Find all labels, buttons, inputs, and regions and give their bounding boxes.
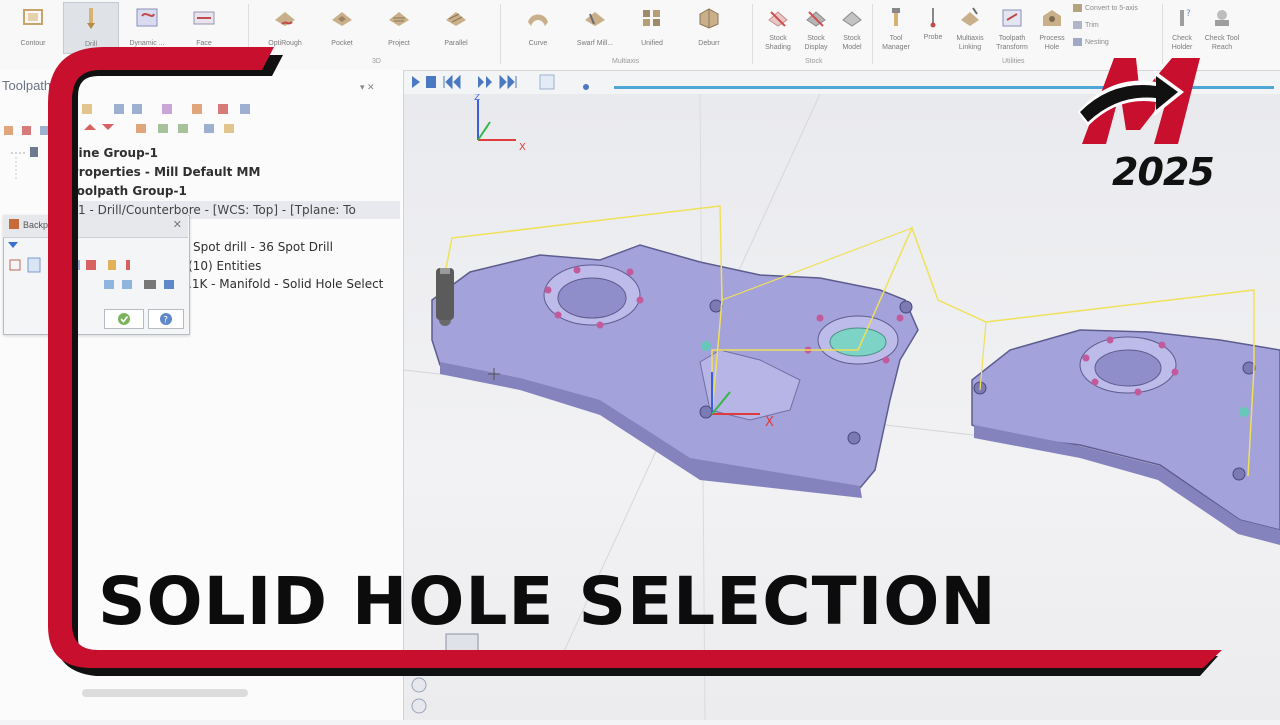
- logo-year: 2025: [1112, 150, 1215, 194]
- mastercam-logo: [1078, 58, 1200, 144]
- banner-title: SOLID HOLE SELECTION: [98, 563, 997, 640]
